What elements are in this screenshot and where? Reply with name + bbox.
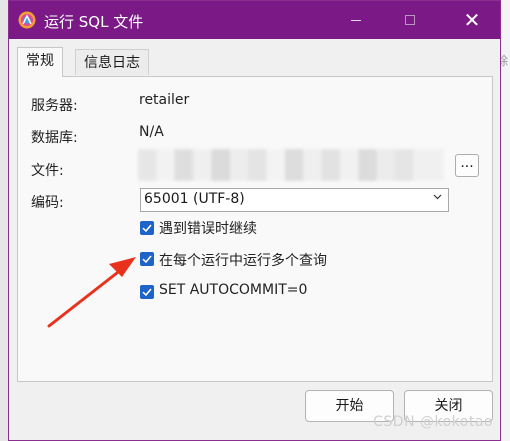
file-label: 文件:	[31, 163, 64, 179]
checkmark-icon	[142, 288, 152, 297]
chevron-down-icon	[433, 194, 442, 200]
browse-button[interactable]: ...	[455, 154, 479, 177]
run-sql-file-dialog: 运行 SQL 文件 ✕ 常规 信息日志 服务器: retailer 数据库: N…	[8, 0, 501, 441]
close-window-button[interactable]: ✕	[449, 1, 495, 39]
autocommit-checkbox[interactable]	[140, 285, 154, 299]
continue-on-error-label: 遇到错误时继续	[159, 221, 257, 237]
file-path-field[interactable]	[138, 149, 444, 181]
database-label: 数据库:	[31, 130, 78, 146]
minimize-icon	[351, 19, 361, 21]
tab-message-log[interactable]: 信息日志	[75, 49, 149, 75]
navicat-icon	[18, 11, 36, 29]
checkmark-icon	[142, 255, 152, 264]
server-value: retailer	[139, 92, 190, 108]
encoding-value: 65001 (UTF-8)	[144, 191, 245, 207]
encoding-select[interactable]: 65001 (UTF-8)	[140, 188, 449, 212]
multiple-queries-label: 在每个运行中运行多个查询	[159, 253, 327, 269]
close-icon: ✕	[463, 8, 481, 32]
continue-on-error-checkbox[interactable]	[140, 221, 154, 235]
minimize-button[interactable]	[333, 1, 379, 39]
autocommit-label: SET AUTOCOMMIT=0	[159, 282, 308, 298]
tab-general[interactable]: 常规	[17, 47, 63, 77]
watermark: CSDN @kokotao	[373, 414, 493, 430]
database-value: N/A	[139, 124, 164, 140]
server-label: 服务器:	[31, 98, 78, 114]
window-title: 运行 SQL 文件	[44, 13, 144, 31]
title-bar[interactable]: 运行 SQL 文件 ✕	[9, 1, 500, 39]
multiple-queries-checkbox[interactable]	[140, 252, 154, 266]
maximize-button[interactable]	[387, 1, 433, 39]
checkmark-icon	[142, 224, 152, 233]
maximize-icon	[405, 15, 415, 25]
encoding-label: 编码:	[31, 195, 64, 211]
